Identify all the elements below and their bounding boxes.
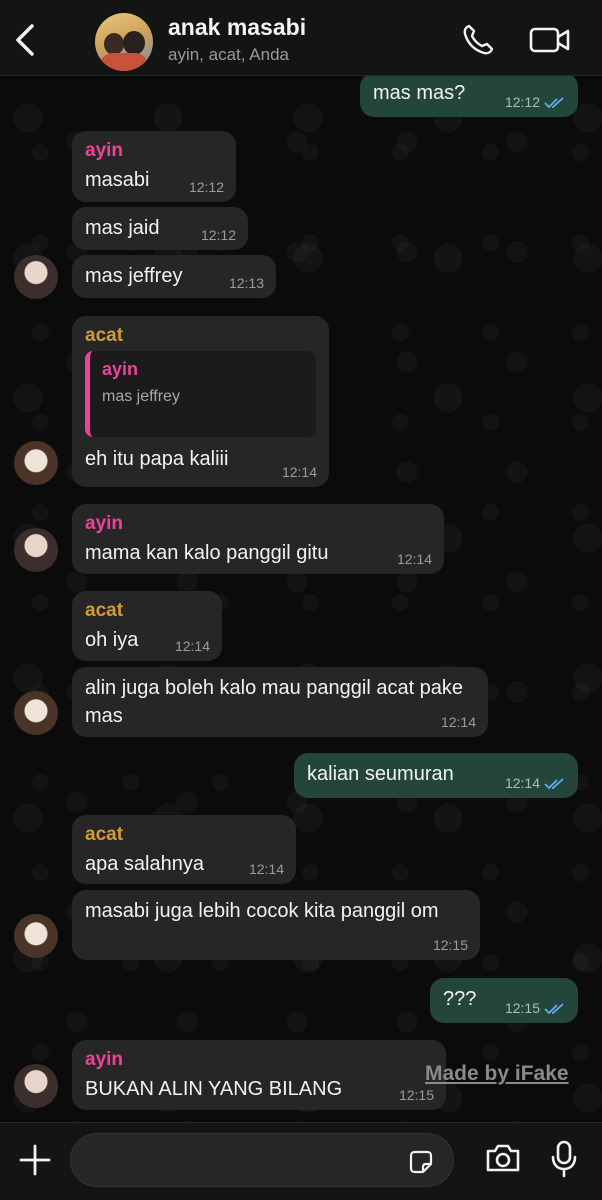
watermark: Made by iFake [425,1062,569,1085]
message-time: 12:12 [504,94,540,110]
chat-header: anak masabi ayin, acat, Anda [0,0,602,76]
avatar[interactable] [14,255,58,299]
message-incoming[interactable]: ayin masabi 12:12 [72,131,236,202]
message-input[interactable] [70,1133,454,1187]
message-time: 12:14 [504,775,540,791]
message-incoming[interactable]: acat apa salahnya 12:14 [72,815,296,884]
message-incoming[interactable]: masabi juga lebih cocok kita panggil om … [72,890,480,960]
double-check-icon [544,1003,564,1015]
group-members[interactable]: ayin, acat, Anda [168,45,289,65]
message-text: mama kan kalo panggil gitu [85,542,329,564]
message-time: 12:14 [281,464,317,480]
phone-icon [463,24,494,55]
sender-name: acat [85,824,124,845]
message-time: 12:13 [228,275,264,291]
message-time: 12:14 [174,638,210,654]
back-button[interactable] [10,22,42,58]
quoted-text: mas jeffrey [102,388,180,405]
call-button[interactable] [460,22,496,63]
sender-name: ayin [85,1049,124,1070]
message-incoming[interactable]: mas jaid 12:12 [72,207,248,250]
message-time: 12:14 [248,861,284,877]
attach-button[interactable] [18,1143,52,1182]
avatar[interactable] [14,1064,58,1108]
message-outgoing[interactable]: mas mas? 12:12 [360,76,578,117]
message-text: alin juga boleh kalo mau panggil acat pa… [85,677,464,727]
message-incoming[interactable]: acat ayin mas jeffrey eh itu papa kaliii… [72,316,329,487]
message-time: 12:14 [396,551,432,567]
camera-icon [486,1144,520,1172]
camera-button[interactable] [484,1141,522,1180]
sticker-icon [409,1150,433,1174]
double-check-icon [544,778,564,790]
quoted-message[interactable]: ayin mas jeffrey [85,351,316,437]
message-text: BUKAN ALIN YANG BILANG [85,1078,343,1100]
quoted-sender: ayin [102,359,139,379]
message-incoming[interactable]: mas jeffrey 12:13 [72,255,276,298]
group-title[interactable]: anak masabi [168,14,306,41]
message-outgoing[interactable]: kalian seumuran 12:14 [294,753,578,798]
video-camera-icon [529,27,570,53]
message-time: 12:14 [440,714,476,730]
message-incoming[interactable]: acat oh iya 12:14 [72,591,222,661]
chevron-left-icon [16,24,34,56]
message-incoming[interactable]: ayin mama kan kalo panggil gitu 12:14 [72,504,444,574]
sender-name: ayin [85,513,124,534]
group-avatar[interactable] [95,13,153,71]
avatar[interactable] [14,441,58,485]
plus-icon [19,1144,51,1176]
message-outgoing[interactable]: ??? 12:15 [430,978,578,1023]
video-call-button[interactable] [528,22,572,63]
avatar[interactable] [14,528,58,572]
message-time: 12:15 [504,1000,540,1016]
message-incoming[interactable]: ayin BUKAN ALIN YANG BILANG 12:15 [72,1040,446,1110]
sender-name: acat [85,325,124,346]
message-time: 12:15 [432,937,468,953]
sender-name: acat [85,600,124,621]
microphone-icon [551,1140,577,1178]
message-text: masabi juga lebih cocok kita panggil om [85,900,439,922]
avatar[interactable] [14,914,58,958]
double-check-icon [544,97,564,109]
avatar[interactable] [14,691,58,735]
message-time: 12:12 [188,179,224,195]
composer-bar [0,1122,602,1200]
message-incoming[interactable]: alin juga boleh kalo mau panggil acat pa… [72,667,488,737]
sender-name: ayin [85,140,124,161]
sticker-button[interactable] [407,1148,435,1181]
microphone-button[interactable] [548,1139,580,1184]
message-list[interactable]: mas mas? 12:12 ayin masabi 12:12 mas jai… [0,76,602,1122]
message-time: 12:12 [200,227,236,243]
message-time: 12:15 [398,1087,434,1103]
